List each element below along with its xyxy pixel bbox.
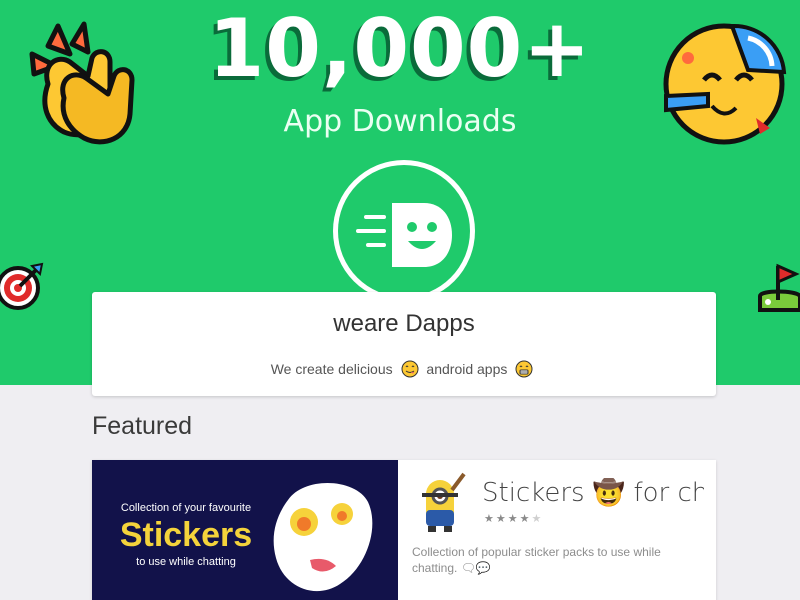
golf-flag-icon xyxy=(758,263,800,312)
profile-name: weare Dapps xyxy=(333,310,475,337)
star-empty-icon: ★ xyxy=(531,513,544,525)
profile-tagline: We create delicious android apps xyxy=(92,360,716,378)
featured-app-description: Collection of popular sticker packs to u… xyxy=(412,545,661,575)
clapping-hands-icon xyxy=(29,21,135,145)
featured-banner[interactable]: Collection of your favourite Stickers to… xyxy=(92,460,398,600)
banner-text-bottom: to use while chatting xyxy=(136,556,236,568)
minion-app-icon xyxy=(422,472,466,532)
tagline-text-before: We create delicious xyxy=(270,361,393,377)
app-logo[interactable] xyxy=(333,160,475,302)
smiley-logo-icon xyxy=(356,203,452,267)
star-icon: ★ xyxy=(519,513,532,525)
featured-app-title[interactable]: Stickers 🤠 for chatting xyxy=(482,478,704,508)
sticker-face-illustration xyxy=(273,482,373,592)
star-icon: ★ xyxy=(507,513,520,525)
banner-text-top: Collection of your favourite xyxy=(120,502,252,514)
profile-card: weare Dapps We create delicious android … xyxy=(92,292,716,396)
star-icon: ★ xyxy=(484,513,496,525)
star-rating: ★★★★★ xyxy=(484,512,543,525)
banner-title: Stickers xyxy=(119,516,253,554)
yum-face-icon xyxy=(401,360,419,378)
tagline-text-after: android apps xyxy=(426,361,508,377)
featured-app-card[interactable]: Collection of your favourite Stickers to… xyxy=(92,460,716,600)
featured-heading: Featured xyxy=(92,412,193,440)
bullseye-icon xyxy=(0,262,44,310)
app-logo-background xyxy=(338,165,470,297)
party-face-icon xyxy=(663,23,787,145)
grin-face-icon xyxy=(515,360,533,378)
star-icon: ★ xyxy=(495,513,508,525)
featured-app-info: Stickers 🤠 for chatting ★★★★★ Collection… xyxy=(398,460,716,600)
